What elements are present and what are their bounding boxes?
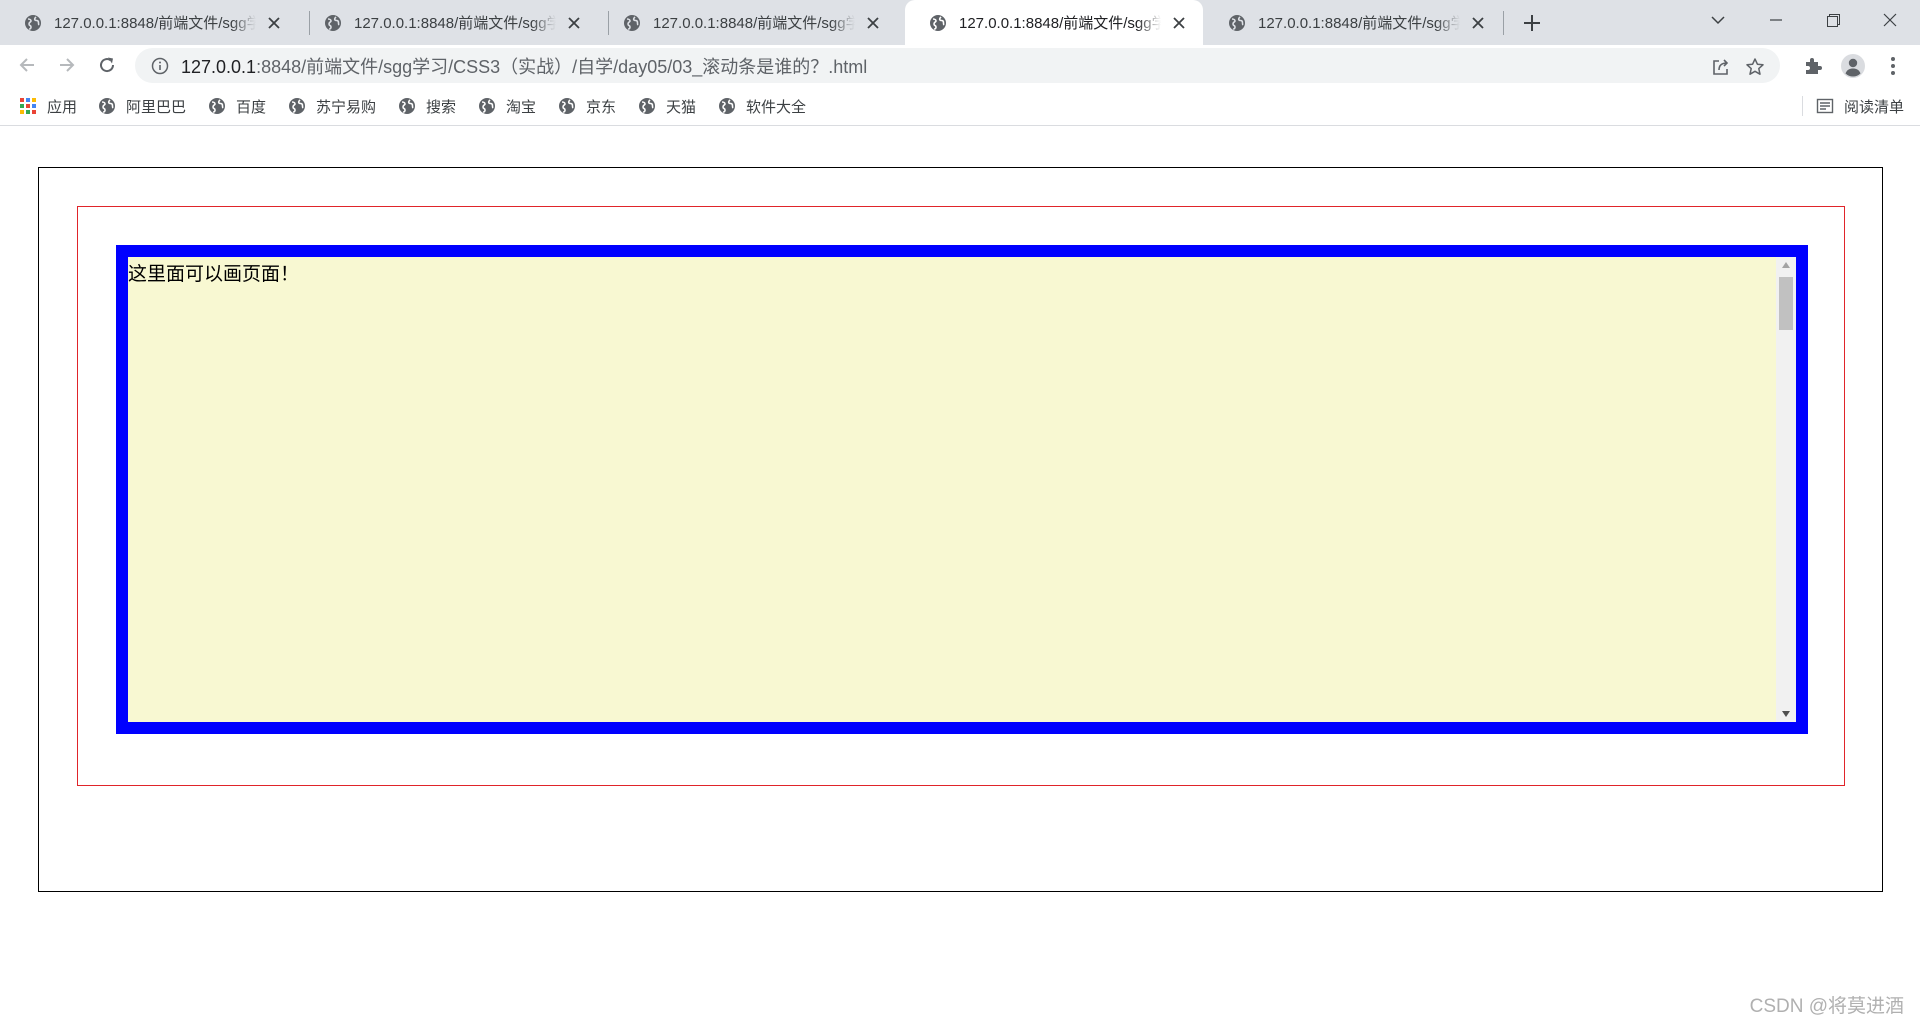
globe-icon [25,14,41,31]
extensions-button[interactable] [1800,53,1826,79]
bookmark-item[interactable]: 搜索 [398,94,456,118]
globe-icon [719,98,735,114]
url-text[interactable]: 127.0.0.1:8848/前端文件/sgg学习/CSS3（实战）/自学/da… [181,53,867,79]
apps-grid-icon [20,98,36,114]
bookmark-item[interactable]: 阿里巴巴 [98,94,186,118]
share-button[interactable] [1709,55,1733,79]
minimize-icon [1770,19,1782,21]
globe-icon [1229,14,1245,31]
bookmark-label: 天猫 [666,98,697,116]
bookmark-label: 京东 [586,98,617,116]
profile-icon [1841,54,1865,78]
address-bar[interactable]: 127.0.0.1:8848/前端文件/sgg学习/CSS3（实战）/自学/da… [135,48,1780,83]
scroll-container[interactable]: 这里面可以画页面！ [116,245,1808,734]
tab-title: 127.0.0.1:8848/前端文件/sgg学习/CSS3（实战）/自学/da… [653,15,855,32]
profile-button[interactable] [1840,53,1866,79]
forward-button[interactable] [51,49,83,81]
content-text: 这里面可以画页面！ [128,263,300,285]
forward-arrow-icon [60,58,75,72]
page-viewport: 这里面可以画页面！ CSDN @将莫进酒 [0,127,1920,1030]
red-box: 这里面可以画页面！ [77,206,1845,786]
globe-icon [99,98,115,114]
browser-tab[interactable]: 127.0.0.1:8848/前端文件/sgg学习/CSS3（实战）/自学/da… [0,0,298,45]
watermark: CSDN @将莫进酒 [1749,996,1904,1017]
info-icon[interactable] [151,57,169,75]
bookmark-item[interactable]: 京东 [558,94,616,118]
scrollbar-thumb[interactable] [1779,277,1793,330]
bookmark-label: 淘宝 [506,98,537,116]
bookmark-item[interactable]: 天猫 [638,94,696,118]
close-window-button[interactable] [1862,0,1918,40]
tab-search-button[interactable] [1690,0,1746,40]
puzzle-icon [1806,58,1822,74]
browser-tab-active[interactable]: 127.0.0.1:8848/前端文件/sgg学习/CSS3（实战）/自学/da… [905,0,1203,45]
browser-toolbar: 127.0.0.1:8848/前端文件/sgg学习/CSS3（实战）/自学/da… [0,45,1920,86]
bookmark-item[interactable]: 苏宁易购 [288,94,376,118]
tab-title: 127.0.0.1:8848/前端文件/sgg学习/CSS3（实战）/自学/da… [1258,15,1460,32]
restore-button[interactable] [1805,0,1861,40]
new-tab-button[interactable] [1518,9,1546,37]
globe-icon [479,98,495,114]
share-icon [1713,59,1729,75]
globe-icon [559,98,575,114]
close-icon[interactable] [564,13,584,33]
globe-icon [624,14,640,31]
chevron-down-icon [1711,16,1725,25]
globe-icon [930,14,946,31]
globe-icon [399,98,415,114]
bookmark-label: 软件大全 [746,98,807,116]
bookmark-item[interactable]: 百度 [208,94,266,118]
reload-icon [100,57,115,73]
back-arrow-icon [19,58,34,72]
bookmark-label: 搜索 [426,98,457,116]
bookmark-apps[interactable]: 应用 [19,94,77,118]
reading-list-icon [1816,98,1834,114]
reload-button[interactable] [91,49,123,81]
tab-strip: 127.0.0.1:8848/前端文件/sgg学习/CSS3（实战）/自学/da… [0,0,1920,45]
reading-list-label: 阅读清单 [1843,98,1904,116]
plus-icon [1524,15,1540,31]
url-host: 127.0.0.1 [181,56,257,77]
triangle-down-icon [1782,711,1790,717]
star-icon [1746,58,1764,75]
close-icon[interactable] [1468,13,1488,33]
triangle-up-icon [1782,262,1790,268]
bookmark-item[interactable]: 淘宝 [478,94,536,118]
vertical-scrollbar[interactable] [1776,257,1796,722]
bookmark-label: 苏宁易购 [316,98,377,116]
reading-list-button[interactable]: 阅读清单 [1801,94,1904,118]
back-button[interactable] [11,49,43,81]
close-icon[interactable] [863,13,883,33]
restore-icon [1826,13,1840,27]
bookmark-label: 百度 [236,98,267,116]
tab-title: 127.0.0.1:8848/前端文件/sgg学习/CSS3（实战）/自学/da… [354,15,556,32]
bookmark-item[interactable]: 软件大全 [718,94,806,118]
close-icon[interactable] [264,13,284,33]
minimize-button[interactable] [1748,0,1804,40]
tab-title: 127.0.0.1:8848/前端文件/sgg学习/CSS3（实战）/自学/da… [54,15,256,32]
kebab-menu-icon [1891,57,1895,75]
bookmark-label: 阿里巴巴 [126,98,187,116]
bookmark-label: 应用 [47,98,78,116]
close-icon[interactable] [1169,13,1189,33]
browser-tab[interactable]: 127.0.0.1:8848/前端文件/sgg学习/CSS3（实战）/自学/da… [599,0,897,45]
url-path: :8848/前端文件/sgg学习/CSS3（实战）/自学/day05/03_滚动… [256,56,868,77]
outer-box: 这里面可以画页面！ [38,167,1883,892]
close-icon [1883,13,1897,27]
browser-menu-button[interactable] [1880,53,1906,79]
browser-tab[interactable]: 127.0.0.1:8848/前端文件/sgg学习/CSS3（实战）/自学/da… [1204,0,1502,45]
globe-icon [325,14,341,31]
globe-icon [209,98,225,114]
bookmarks-bar: 应用 阿里巴巴 百度 苏宁易购 搜索 淘宝 京东 天猫 软件大全 阅读清单 [0,86,1920,126]
bookmark-star-button[interactable] [1743,55,1767,79]
browser-tab[interactable]: 127.0.0.1:8848/前端文件/sgg学习/CSS3（实战）/自学/da… [300,0,598,45]
globe-icon [639,98,655,114]
scroll-down-arrow[interactable] [1776,706,1796,722]
scroll-up-arrow[interactable] [1776,257,1796,273]
tab-separator [1503,11,1504,35]
globe-icon [289,98,305,114]
tab-title: 127.0.0.1:8848/前端文件/sgg学习/CSS3（实战）/自学/da… [959,15,1161,32]
